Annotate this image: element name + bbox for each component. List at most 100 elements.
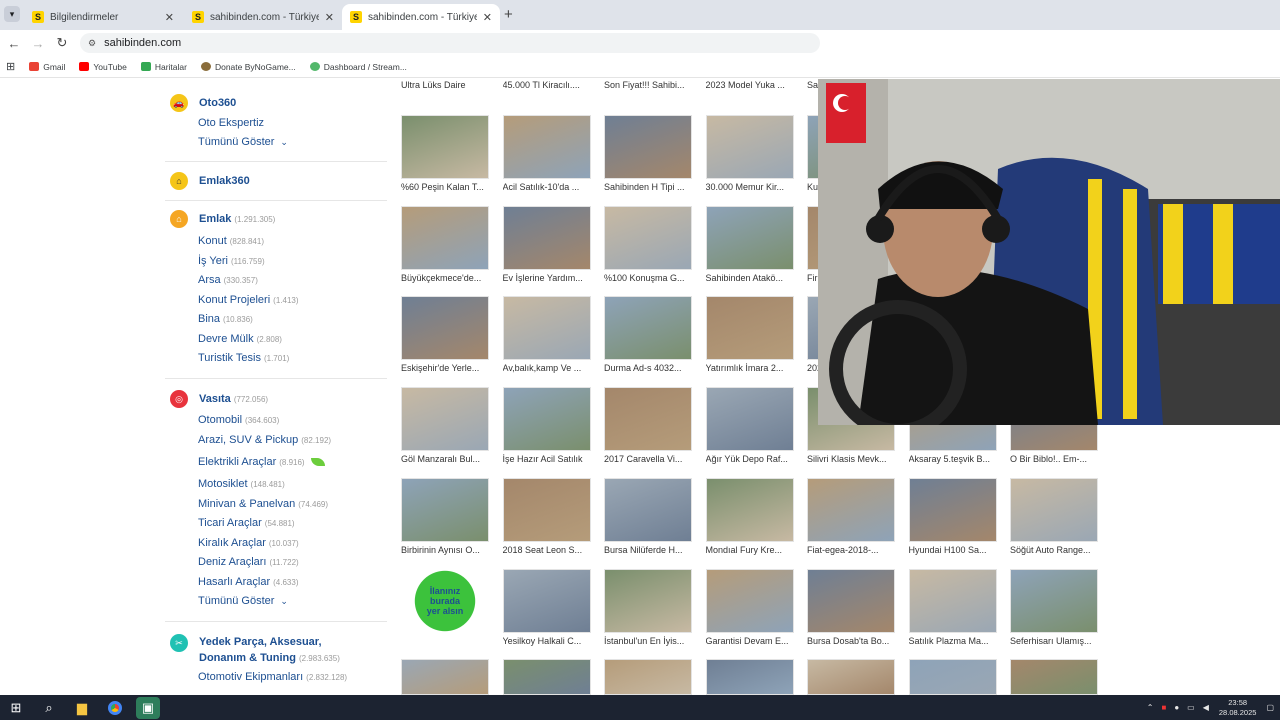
- listing-card[interactable]: [1010, 659, 1098, 695]
- listing-thumbnail[interactable]: [401, 478, 489, 542]
- microphone-icon[interactable]: ●: [1174, 703, 1179, 712]
- listing-thumbnail[interactable]: [502, 659, 591, 695]
- reload-icon[interactable]: ↻: [50, 35, 74, 51]
- notifications-icon[interactable]: ▢: [1266, 703, 1274, 712]
- listing-title[interactable]: Birbirinin Aynısı O...: [401, 545, 489, 555]
- sub-kiralik[interactable]: Kiralık Araçlar (10.037): [198, 537, 299, 549]
- bookmark-dashboard[interactable]: Dashboard / Stream...: [309, 62, 407, 72]
- sub-arsa[interactable]: Arsa (330.357): [198, 274, 258, 286]
- listing-thumbnail[interactable]: [502, 569, 591, 633]
- listing-card[interactable]: Bursa Dosab'ta Bo...: [807, 569, 895, 646]
- sub-turistik-tesis[interactable]: Turistik Tesis (1.701): [198, 352, 289, 364]
- listing-thumbnail[interactable]: [908, 478, 997, 542]
- listing-thumbnail[interactable]: [502, 115, 591, 179]
- sub-motosiklet[interactable]: Motosiklet (148.481): [198, 478, 285, 490]
- listing-title[interactable]: Acil Satılık-10'da ...: [503, 182, 591, 192]
- listing-card[interactable]: Satılık Plazma Ma...: [908, 569, 997, 646]
- listing-card[interactable]: Yesilkoy Halkali C...: [502, 569, 591, 646]
- listing-thumbnail[interactable]: [401, 115, 489, 179]
- listing-thumbnail[interactable]: [604, 478, 692, 542]
- listing-thumbnail[interactable]: [401, 387, 489, 451]
- back-icon[interactable]: ←: [2, 36, 26, 51]
- listing-card[interactable]: 2018 Seat Leon S...: [502, 478, 591, 555]
- listing-thumbnail[interactable]: [807, 569, 895, 633]
- listing-title[interactable]: Son Fiyat!!! Sahibi...: [604, 80, 692, 90]
- listing-thumbnail[interactable]: [705, 569, 794, 633]
- listing-card[interactable]: [502, 659, 591, 695]
- close-tab-icon[interactable]: ✕: [325, 11, 334, 24]
- listing-card[interactable]: İşe Hazır Acil Satılık: [502, 387, 591, 464]
- volume-icon[interactable]: ◀: [1203, 703, 1209, 712]
- listing-thumbnail[interactable]: [705, 478, 794, 542]
- listing-card[interactable]: [807, 659, 895, 695]
- listing-thumbnail[interactable]: [807, 478, 895, 542]
- chrome-icon[interactable]: [103, 697, 127, 719]
- listing-title[interactable]: Bursa Dosab'ta Bo...: [807, 636, 895, 646]
- listing-title[interactable]: Garantisi Devam E...: [706, 636, 794, 646]
- sub-arazi-suv[interactable]: Arazi, SUV & Pickup (82.192): [198, 434, 331, 446]
- tab-2[interactable]: S sahibinden.com - Türkiye'nin Online ✕: [184, 4, 342, 30]
- listing-title[interactable]: %60 Peşin Kalan T...: [401, 182, 489, 192]
- listing-thumbnail[interactable]: [502, 387, 591, 451]
- listing-title[interactable]: Göl Manzaralı Bul...: [401, 454, 489, 464]
- bookmark-maps[interactable]: Haritalar: [140, 62, 187, 72]
- listing-thumbnail[interactable]: [908, 659, 997, 695]
- show-all-vasita[interactable]: Tümünü Göster ⌄: [198, 595, 288, 607]
- listing-card[interactable]: Fiat-egea-2018-...: [807, 478, 895, 555]
- show-all-oto360[interactable]: Tümünü Göster ⌄: [198, 136, 288, 148]
- listing-title[interactable]: Ev İşlerine Yardım...: [503, 273, 591, 283]
- listing-thumbnail[interactable]: [705, 296, 794, 360]
- sub-oto-ekspertiz[interactable]: Oto Ekspertiz: [198, 117, 264, 129]
- sub-konut-projeleri[interactable]: Konut Projeleri (1.413): [198, 294, 299, 306]
- listing-thumbnail[interactable]: [604, 206, 692, 270]
- listing-card[interactable]: Durma Ad-s 4032...: [604, 296, 692, 373]
- listing-thumbnail[interactable]: [401, 206, 489, 270]
- listing-card[interactable]: Ultra Lüks Daire: [401, 79, 489, 90]
- listing-card[interactable]: Eskişehir'de Yerle...: [401, 296, 489, 373]
- listing-card[interactable]: Bursa Nilüferde H...: [604, 478, 692, 555]
- new-tab-icon[interactable]: +: [504, 6, 513, 23]
- sub-hasarli[interactable]: Hasarlı Araçlar (4.633): [198, 576, 299, 588]
- listing-card[interactable]: Ev İşlerine Yardım...: [502, 206, 591, 283]
- tab-3-active[interactable]: S sahibinden.com - Türkiye'nin Online ✕: [342, 4, 500, 30]
- listing-card[interactable]: %60 Peşin Kalan T...: [401, 115, 489, 192]
- listing-thumbnail[interactable]: [1010, 569, 1098, 633]
- sub-is-yeri[interactable]: İş Yeri (116.759): [198, 255, 265, 267]
- listing-thumbnail[interactable]: [502, 478, 591, 542]
- listing-title[interactable]: İstanbul'un En İyis...: [604, 636, 692, 646]
- listing-card[interactable]: Birbirinin Aynısı O...: [401, 478, 489, 555]
- listing-card[interactable]: Hyundai H100 Sa...: [908, 478, 997, 555]
- listing-thumbnail[interactable]: [705, 387, 794, 451]
- listing-title[interactable]: Seferhisarı Ulamış...: [1010, 636, 1098, 646]
- category-vasita[interactable]: ◎ Vasıta (772.056): [170, 390, 268, 408]
- listing-title[interactable]: Satılık Plazma Ma...: [909, 636, 997, 646]
- category-emlak360[interactable]: ⌂ Emlak360: [170, 172, 250, 190]
- listing-thumbnail[interactable]: [604, 115, 692, 179]
- search-icon[interactable]: ⌕: [37, 697, 61, 719]
- listing-thumbnail[interactable]: [705, 659, 794, 695]
- close-tab-icon[interactable]: ✕: [483, 11, 492, 24]
- windows-start-icon[interactable]: ⊞: [4, 697, 28, 719]
- listing-title[interactable]: 45.000 Tl Kiracılı....: [503, 80, 591, 90]
- listing-thumbnail[interactable]: [502, 296, 591, 360]
- listing-card[interactable]: [705, 659, 794, 695]
- listing-card[interactable]: Son Fiyat!!! Sahibi...: [604, 79, 692, 90]
- close-tab-icon[interactable]: ✕: [165, 11, 174, 24]
- sub-bina[interactable]: Bina (10.836): [198, 313, 253, 325]
- listing-card[interactable]: 2017 Caravella Vi...: [604, 387, 692, 464]
- listing-card[interactable]: 30.000 Memur Kir...: [705, 115, 794, 192]
- listing-card[interactable]: Sahibinden H Tipi ...: [604, 115, 692, 192]
- ad-banner-star[interactable]: İlanınız burada yer alsın: [401, 569, 489, 633]
- listing-thumbnail[interactable]: [1010, 659, 1098, 695]
- sub-otomotiv-ekipmanlari[interactable]: Otomotiv Ekipmanları (2.832.128): [198, 671, 347, 683]
- listing-thumbnail[interactable]: [604, 659, 692, 695]
- category-emlak[interactable]: ⌂ Emlak (1.291.305): [170, 210, 275, 228]
- listing-thumbnail[interactable]: [1010, 478, 1098, 542]
- listing-card[interactable]: 2023 Model Yuka ...: [706, 79, 794, 90]
- listing-title[interactable]: 2017 Caravella Vi...: [604, 454, 692, 464]
- listing-title[interactable]: Fiat-egea-2018-...: [807, 545, 895, 555]
- bookmark-youtube[interactable]: YouTube: [79, 62, 127, 72]
- obs-icon[interactable]: ▣: [136, 696, 160, 719]
- tab-search-button[interactable]: ▾: [4, 6, 20, 22]
- listing-card[interactable]: Av,balık,kamp Ve ...: [502, 296, 591, 373]
